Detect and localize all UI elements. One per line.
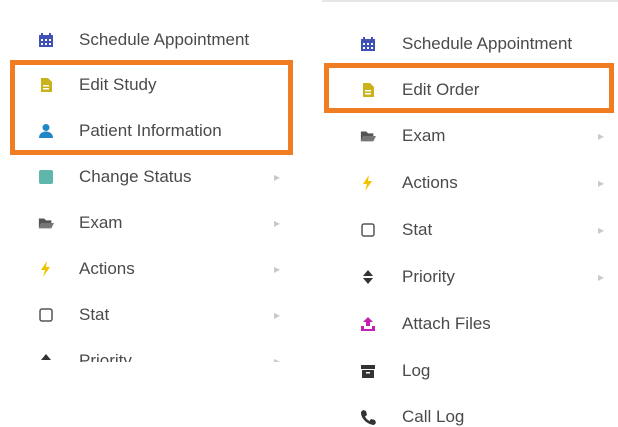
status-square-icon (38, 169, 54, 185)
menu-item-label: Edit Study (79, 75, 157, 94)
menu-item-stat[interactable]: Stat ▸ (322, 210, 618, 250)
menu-item-label: Exam (79, 213, 123, 232)
menu-item-label: Attach Files (402, 314, 491, 333)
chevron-right-icon: ▸ (598, 176, 605, 190)
edit-document-icon (38, 77, 54, 93)
menu-item-label: Priority (79, 351, 132, 362)
chevron-right-icon: ▸ (274, 308, 281, 322)
menu-item-label: Call Log (402, 407, 465, 426)
chevron-right-icon: ▸ (274, 216, 281, 230)
context-menu-study: Schedule Appointment Edit Study Patient … (0, 0, 300, 362)
menu-item-label: Exam (402, 126, 446, 145)
menu-item-label: Stat (79, 305, 110, 324)
menu-item-schedule-appointment[interactable]: Schedule Appointment (322, 24, 618, 64)
sort-icon (360, 269, 376, 285)
chevron-right-icon: ▸ (274, 262, 281, 276)
menu-item-label: Log (402, 361, 431, 380)
calendar-icon (38, 32, 54, 48)
sort-icon (38, 353, 54, 362)
menu-item-label: Schedule Appointment (402, 34, 573, 53)
menu-item-attach-files[interactable]: Attach Files (322, 304, 618, 344)
menu-item-label: Actions (79, 259, 135, 278)
menu-item-label: Edit Order (402, 80, 480, 99)
folder-open-icon (38, 215, 54, 231)
menu-item-exam[interactable]: Exam ▸ (322, 116, 618, 156)
menu-item-log[interactable]: Log (322, 351, 618, 391)
menu-item-edit-study[interactable]: Edit Study (0, 65, 300, 105)
menu-item-label: Change Status (79, 167, 192, 186)
menu-item-label: Stat (402, 220, 433, 239)
menu-item-label: Schedule Appointment (79, 30, 250, 49)
upload-icon (360, 316, 376, 332)
menu-item-exam[interactable]: Exam ▸ (0, 203, 300, 243)
calendar-icon (360, 36, 376, 52)
menu-item-patient-information[interactable]: Patient Information (0, 111, 300, 151)
menu-item-priority[interactable]: Priority ▸ (0, 341, 300, 362)
bolt-icon (360, 175, 376, 191)
phone-icon (360, 409, 376, 425)
chevron-right-icon: ▸ (598, 129, 605, 143)
menu-item-priority[interactable]: Priority ▸ (322, 257, 618, 297)
chevron-right-icon: ▸ (598, 223, 605, 237)
menu-item-label: Patient Information (79, 121, 222, 140)
checkbox-icon (38, 307, 54, 323)
edit-document-icon (360, 82, 376, 98)
menu-item-change-status[interactable]: Change Status ▸ (0, 157, 300, 197)
menu-item-label: Actions (402, 173, 458, 192)
menu-item-call-log[interactable]: Call Log (322, 397, 618, 427)
menu-item-stat[interactable]: Stat ▸ (0, 295, 300, 335)
menu-item-label: Priority (402, 267, 455, 286)
screenshot-stage: Schedule Appointment Edit Study Patient … (0, 0, 618, 427)
user-icon (38, 123, 54, 139)
context-menu-order: Schedule Appointment Edit Order Exam ▸ A… (322, 0, 618, 427)
chevron-right-icon: ▸ (274, 170, 281, 184)
folder-open-icon (360, 128, 376, 144)
menu-item-schedule-appointment[interactable]: Schedule Appointment (0, 20, 300, 60)
menu-item-edit-order[interactable]: Edit Order (322, 70, 618, 110)
chevron-right-icon: ▸ (598, 270, 605, 284)
menu-item-actions[interactable]: Actions ▸ (0, 249, 300, 289)
checkbox-icon (360, 222, 376, 238)
chevron-right-icon: ▸ (274, 354, 281, 362)
archive-icon (360, 363, 376, 379)
bolt-icon (38, 261, 54, 277)
menu-item-actions[interactable]: Actions ▸ (322, 163, 618, 203)
